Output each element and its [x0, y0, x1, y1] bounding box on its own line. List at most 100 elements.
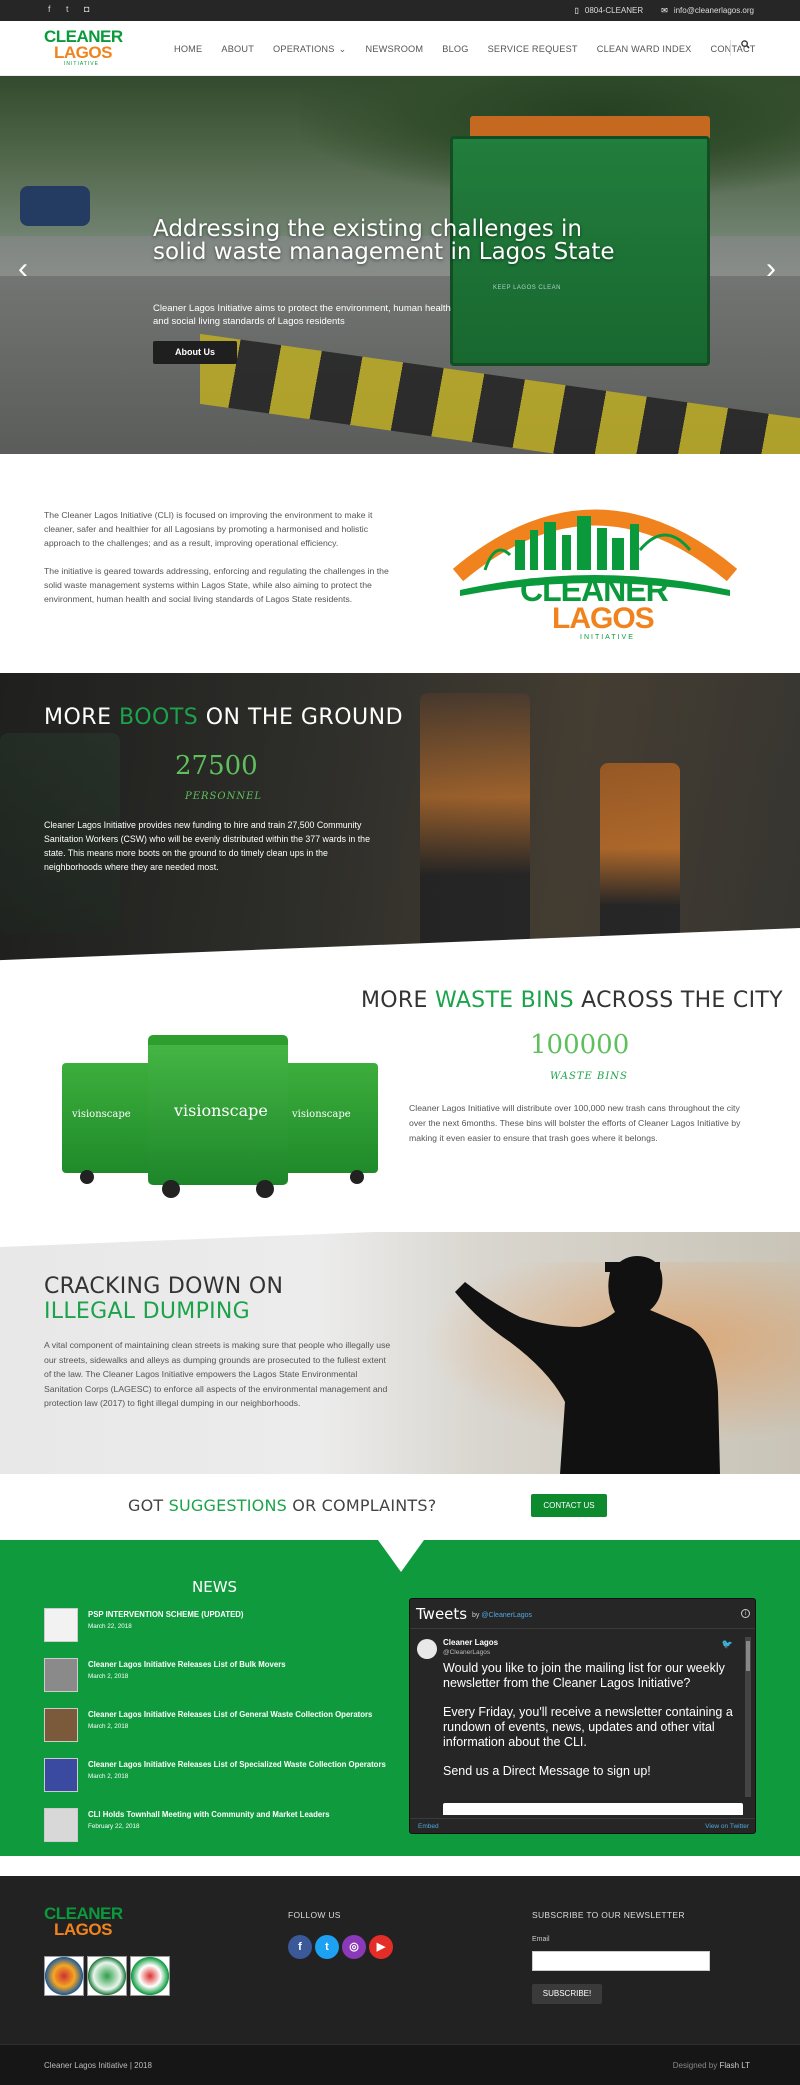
nav-about[interactable]: ABOUT [221, 44, 254, 55]
section-notch [378, 1540, 424, 1572]
logo-line-3: INITIATIVE [64, 61, 99, 67]
nav-blog[interactable]: BLOG [442, 44, 468, 55]
about-us-button[interactable]: About Us [153, 341, 237, 364]
scrollbar-thumb[interactable] [746, 1641, 750, 1671]
news-thumbnail[interactable] [44, 1608, 78, 1642]
nav-operations[interactable]: OPERATIONS ⌄ [273, 44, 346, 55]
tweets-by: by @CleanerLagos [472, 1612, 532, 1619]
phone-contact[interactable]: ▯ 0804-CLEANER [574, 6, 643, 15]
twitter-icon[interactable]: t [66, 5, 75, 14]
facebook-icon[interactable]: f [48, 5, 57, 14]
personnel-count: 27500 [175, 751, 258, 781]
footer-logo[interactable]: CLEANER LAGOS [44, 1905, 123, 1938]
view-on-twitter-link[interactable]: View on Twitter [705, 1823, 749, 1830]
designed-by: Designed by Flash LT [673, 2061, 750, 2070]
instagram-icon[interactable]: ◘ [84, 5, 93, 14]
news-date: March 2, 2018 [88, 1723, 129, 1730]
email-address[interactable]: info@cleanerlagos.org [674, 6, 754, 15]
hero-subtitle: Cleaner Lagos Initiative aims to protect… [153, 303, 451, 327]
bins-title-post: ACROSS THE CITY [573, 988, 783, 1013]
news-title[interactable]: PSP INTERVENTION SCHEME (UPDATED) [88, 1610, 244, 1619]
envelope-icon: ✉ [661, 6, 668, 15]
youtube-icon[interactable]: ▶ [369, 1935, 393, 1959]
nav-newsroom[interactable]: NEWSROOM [366, 44, 424, 55]
twitter-icon[interactable]: t [315, 1935, 339, 1959]
suggestions-pre: GOT [128, 1496, 169, 1515]
personnel-label: PERSONNEL [185, 791, 263, 802]
email-contact[interactable]: ✉ info@cleanerlagos.org [661, 6, 754, 15]
news-thumbnail[interactable] [44, 1658, 78, 1692]
footer-social-links: f t ◎ ▶ [288, 1935, 393, 1959]
news-item[interactable]: PSP INTERVENTION SCHEME (UPDATED) March … [44, 1608, 384, 1646]
slider-prev-arrow[interactable]: ‹ [18, 254, 28, 284]
follow-us-heading: FOLLOW US [288, 1910, 341, 1920]
news-item[interactable]: CLI Holds Townhall Meeting with Communit… [44, 1808, 384, 1846]
nav-home[interactable]: HOME [174, 44, 202, 55]
top-bar: f t ◘ ▯ 0804-CLEANER ✉ info@cleanerlagos.o… [0, 0, 800, 21]
waste-bins-image: visionscape visionscape visionscape [50, 1035, 385, 1200]
news-thumbnail[interactable] [44, 1758, 78, 1792]
tweets-scrollbar[interactable] [745, 1637, 751, 1797]
suggestions-highlight: SUGGESTIONS [168, 1496, 287, 1515]
news-date: March 2, 2018 [88, 1773, 129, 1780]
boots-title-highlight: BOOTS [118, 705, 199, 730]
news-item[interactable]: Cleaner Lagos Initiative Releases List o… [44, 1708, 384, 1746]
tweet-author-name[interactable]: Cleaner Lagos [443, 1638, 498, 1647]
tweet-card[interactable] [443, 1803, 743, 1815]
facebook-icon[interactable]: f [288, 1935, 312, 1959]
boots-section: MORE BOOTS ON THE GROUND 27500 PERSONNEL… [0, 673, 800, 968]
tweets-handle-link[interactable]: @CleanerLagos [481, 1612, 532, 1619]
news-title[interactable]: Cleaner Lagos Initiative Releases List o… [88, 1760, 386, 1769]
search-icon-glyph [741, 40, 750, 49]
hero-slider: KEEP LAGOS CLEAN Addressing the existing… [0, 76, 800, 454]
news-date: March 22, 2018 [88, 1623, 132, 1630]
news-date: February 22, 2018 [88, 1823, 140, 1830]
news-item[interactable]: Cleaner Lagos Initiative Releases List o… [44, 1758, 386, 1796]
hero-overlay [0, 76, 800, 454]
contact-us-button[interactable]: CONTACT US [531, 1494, 607, 1517]
tweet-text-2: Every Friday, you'll receive a newslette… [443, 1705, 733, 1749]
tweets-by-label: by [472, 1612, 482, 1619]
twitter-timeline-widget: Tweets by @CleanerLagos i Cleaner Lagos … [409, 1598, 756, 1834]
big-logo-line-3: INITIATIVE [580, 634, 635, 641]
suggestions-heading: GOT SUGGESTIONS OR COMPLAINTS? [128, 1496, 436, 1515]
newsletter-email-input[interactable] [532, 1951, 710, 1971]
slider-next-arrow[interactable]: › [766, 254, 776, 284]
avatar[interactable] [417, 1639, 437, 1659]
bins-title-pre: MORE [361, 988, 435, 1013]
tweet-text-3: Send us a Direct Message to sign up! [443, 1764, 651, 1778]
embed-link[interactable]: Embed [418, 1823, 439, 1830]
news-thumbnail[interactable] [44, 1808, 78, 1842]
news-item[interactable]: Cleaner Lagos Initiative Releases List o… [44, 1658, 384, 1696]
designer-link[interactable]: Flash LT [719, 2061, 750, 2070]
nav-service-request[interactable]: SERVICE REQUEST [488, 44, 578, 55]
tweet-body: Would you like to join the mailing list … [443, 1661, 733, 1793]
search-icon[interactable] [730, 40, 750, 56]
tweet-author-handle[interactable]: @CleanerLagos [443, 1649, 490, 1656]
news-title[interactable]: Cleaner Lagos Initiative Releases List o… [88, 1660, 286, 1669]
news-title[interactable]: CLI Holds Townhall Meeting with Communit… [88, 1810, 330, 1819]
main-nav: HOME ABOUT OPERATIONS ⌄ NEWSROOM BLOG SER… [174, 44, 775, 55]
instagram-icon[interactable]: ◎ [342, 1935, 366, 1959]
lawma-seal [130, 1956, 170, 1996]
dumping-title-highlight: ILLEGAL DUMPING [44, 1299, 251, 1324]
designed-by-label: Designed by [672, 2061, 720, 2070]
boots-title-post: ON THE GROUND [198, 705, 404, 730]
lagos-state-seal [44, 1956, 84, 1996]
bin-right-brand: visionscape [292, 1109, 351, 1120]
twitter-bird-icon[interactable]: 🐦 [722, 1639, 733, 1650]
bins-text: Cleaner Lagos Initiative will distribute… [409, 1103, 741, 1143]
info-icon[interactable]: i [741, 1609, 750, 1618]
news-thumbnail[interactable] [44, 1708, 78, 1742]
news-title[interactable]: Cleaner Lagos Initiative Releases List o… [88, 1710, 372, 1719]
site-logo[interactable]: CLEANER LAGOS INITIATIVE [44, 28, 123, 69]
subscribe-button[interactable]: SUBSCRIBE! [532, 1984, 602, 2004]
subscribe-heading: SUBSCRIBE TO OUR NEWSLETTER [532, 1910, 685, 1920]
dumping-title-pre: CRACKING DOWN ON [44, 1274, 284, 1299]
phone-number[interactable]: 0804-CLEANER [585, 6, 643, 15]
top-contact: ▯ 0804-CLEANER ✉ info@cleanerlagos.org [574, 6, 754, 15]
nav-clean-ward-index[interactable]: CLEAN WARD INDEX [597, 44, 692, 55]
bin-wheel [162, 1180, 180, 1198]
bins-title: MORE WASTE BINS ACROSS THE CITY [361, 988, 783, 1013]
footer-bottom-bar: Cleaner Lagos Initiative | 2018 Designed… [0, 2044, 800, 2085]
